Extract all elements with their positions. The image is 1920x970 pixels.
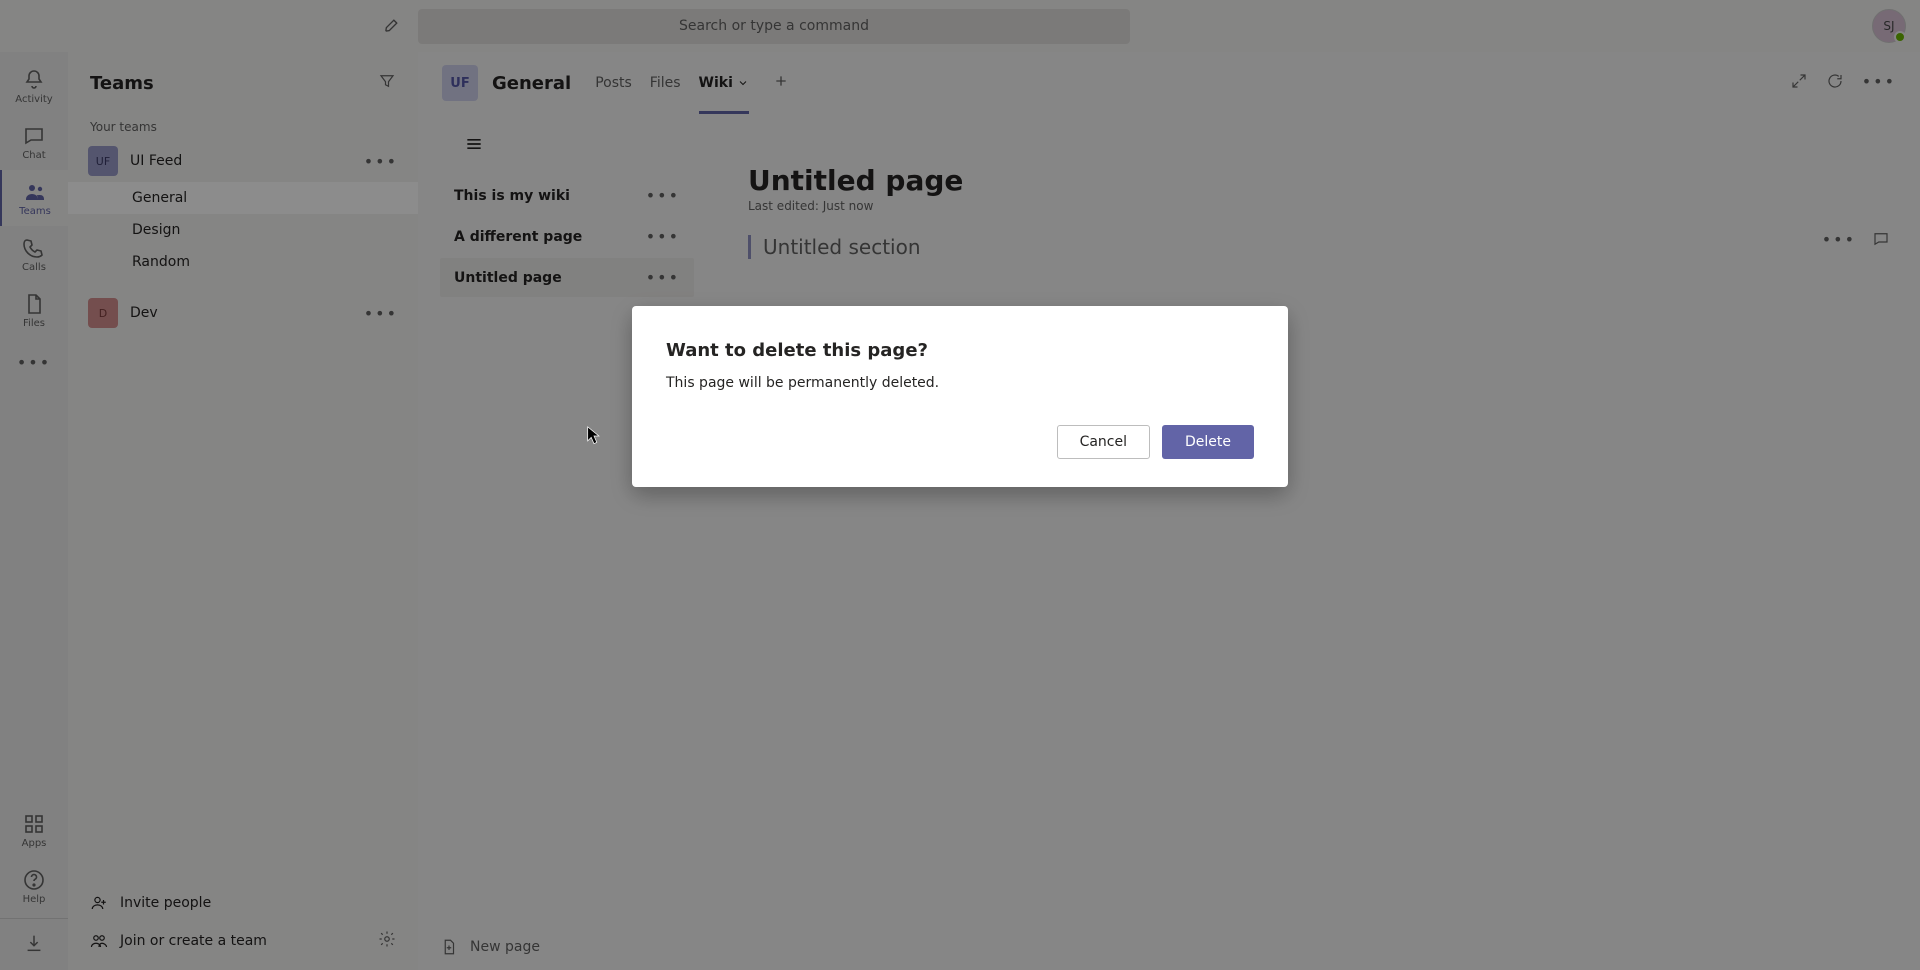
dialog-buttons: Cancel Delete <box>666 425 1254 459</box>
delete-button[interactable]: Delete <box>1162 425 1254 459</box>
delete-page-dialog: Want to delete this page? This page will… <box>632 306 1288 487</box>
dialog-title: Want to delete this page? <box>666 340 1254 361</box>
modal-overlay[interactable]: Want to delete this page? This page will… <box>0 0 1920 970</box>
cancel-button[interactable]: Cancel <box>1057 425 1150 459</box>
dialog-body: This page will be permanently deleted. <box>666 375 1254 391</box>
